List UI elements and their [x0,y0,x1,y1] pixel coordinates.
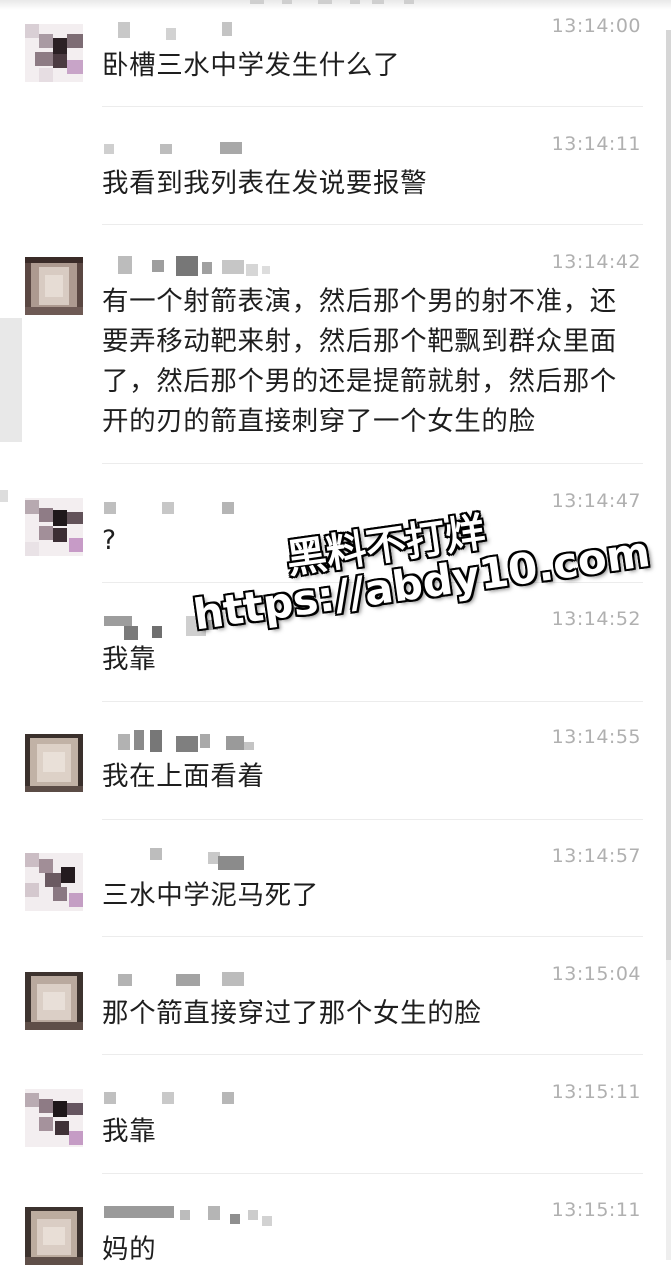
message-time: 13:14:47 [551,490,641,512]
message-time: 13:15:04 [551,963,641,985]
message-time: 13:15:11 [551,1199,641,1221]
avatar[interactable] [25,1089,83,1147]
avatar[interactable] [25,853,83,911]
divider [102,224,643,225]
divider [102,106,643,107]
message-text: 我靠 [102,1116,157,1147]
message-time: 13:14:00 [551,15,641,37]
message-text: 我靠 [102,644,157,675]
avatar[interactable] [25,24,83,82]
message-time: 13:14:42 [551,251,641,273]
scrollbar[interactable] [666,30,671,960]
message-text: 卧槽三水中学发生什么了 [102,50,401,81]
scrollbar-track [666,960,671,1260]
avatar[interactable] [25,972,83,1030]
message-text: 那个箭直接穿过了那个女生的脸 [102,998,482,1029]
message-text: 我看到我列表在发说要报警 [102,168,428,199]
divider [102,582,643,583]
message-time: 13:14:57 [551,845,641,867]
message-text: 妈的 [102,1234,157,1265]
avatar[interactable] [25,734,83,792]
avatar[interactable] [25,1207,83,1265]
divider [102,463,643,464]
top-status-strip [0,0,671,10]
message-text: 我在上面看着 [102,761,265,792]
message-text: 有一个射箭表演，然后那个男的射不准，还要弄移动靶来射，然后那个靶飘到群众里面了，… [102,286,617,437]
chat-screen: 13:14:00 卧槽三水中学发生什么了 13:14:11 我看到我列表在发说要… [0,0,671,1280]
message-text: 三水中学泥马死了 [102,880,319,911]
avatar[interactable] [25,257,83,315]
avatar[interactable] [25,498,83,556]
divider [102,936,643,937]
message-time: 13:15:11 [551,1081,641,1103]
message-time: 13:14:55 [551,726,641,748]
message-time: 13:14:52 [551,608,641,630]
divider [102,701,643,702]
divider [102,1173,643,1174]
divider [102,819,643,820]
message-time: 13:14:11 [551,133,641,155]
left-edge-element [0,490,8,502]
left-edge-element [0,318,22,442]
message-text: ? [102,525,117,556]
divider [102,1054,643,1055]
